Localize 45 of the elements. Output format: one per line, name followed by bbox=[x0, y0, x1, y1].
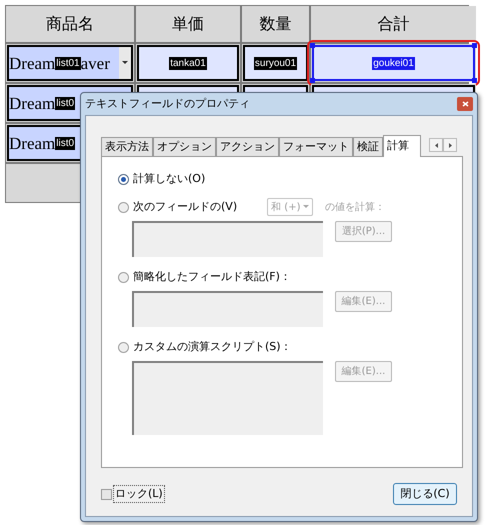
combo-field[interactable]: Dreamlist01aver bbox=[7, 45, 133, 81]
field-name-tag: suryou01 bbox=[254, 56, 298, 70]
radio-button[interactable] bbox=[118, 202, 129, 212]
field-name-tag: list0 bbox=[55, 96, 76, 110]
tab[interactable]: オプション bbox=[153, 137, 216, 156]
field-name-tag: list01 bbox=[55, 56, 81, 70]
resize-handle[interactable] bbox=[472, 43, 477, 48]
radio-label: 次のフィールドの(V) bbox=[133, 198, 238, 215]
scroll-right-button[interactable] bbox=[443, 138, 457, 152]
field-name-tag: tanka01 bbox=[169, 56, 207, 70]
checkbox-label: ロック(L) bbox=[113, 484, 165, 504]
radio-button[interactable] bbox=[118, 174, 129, 184]
resize-handle[interactable] bbox=[310, 43, 315, 48]
resize-handle[interactable] bbox=[310, 78, 315, 83]
radio-button[interactable] bbox=[118, 272, 129, 282]
text-field[interactable]: suryou01 bbox=[243, 45, 308, 81]
text-area[interactable] bbox=[132, 291, 323, 327]
radio-label: 簡略化したフィールド表記(F)： bbox=[133, 268, 291, 285]
tab[interactable]: 検証 bbox=[353, 137, 383, 156]
field-name-tag: goukei01 bbox=[372, 56, 415, 70]
tab[interactable]: フォーマット bbox=[279, 137, 353, 156]
radio-button[interactable] bbox=[118, 342, 129, 352]
tab[interactable]: 計算 bbox=[383, 135, 421, 157]
left-arrow-icon bbox=[434, 142, 438, 148]
column-header: 合計 bbox=[311, 6, 476, 42]
column-header: 単価 bbox=[136, 6, 240, 42]
scroll-left-button[interactable] bbox=[429, 138, 443, 152]
checkbox[interactable] bbox=[101, 488, 112, 500]
close-button[interactable] bbox=[457, 97, 473, 111]
dropdown-arrow-icon bbox=[303, 205, 310, 209]
calculate-label: の値を計算： bbox=[325, 200, 386, 214]
right-arrow-icon bbox=[448, 142, 452, 148]
tab[interactable]: 表示方法 bbox=[101, 137, 153, 156]
field-name-tag: list0 bbox=[55, 136, 76, 150]
resize-handle[interactable] bbox=[472, 78, 477, 83]
close-dialog-button[interactable]: 閉じる(C) bbox=[393, 483, 457, 505]
text-field[interactable]: tanka01 bbox=[137, 45, 239, 81]
radio-label: 計算しない(O) bbox=[133, 170, 206, 187]
tab[interactable]: アクション bbox=[216, 137, 279, 156]
text-area[interactable] bbox=[132, 221, 323, 257]
text-area[interactable] bbox=[132, 361, 323, 435]
close-icon bbox=[462, 101, 468, 107]
column-header: 数量 bbox=[242, 6, 309, 42]
column-header: 商品名 bbox=[6, 6, 134, 42]
radio-label: カスタムの演算スクリプト(S)： bbox=[133, 338, 292, 355]
